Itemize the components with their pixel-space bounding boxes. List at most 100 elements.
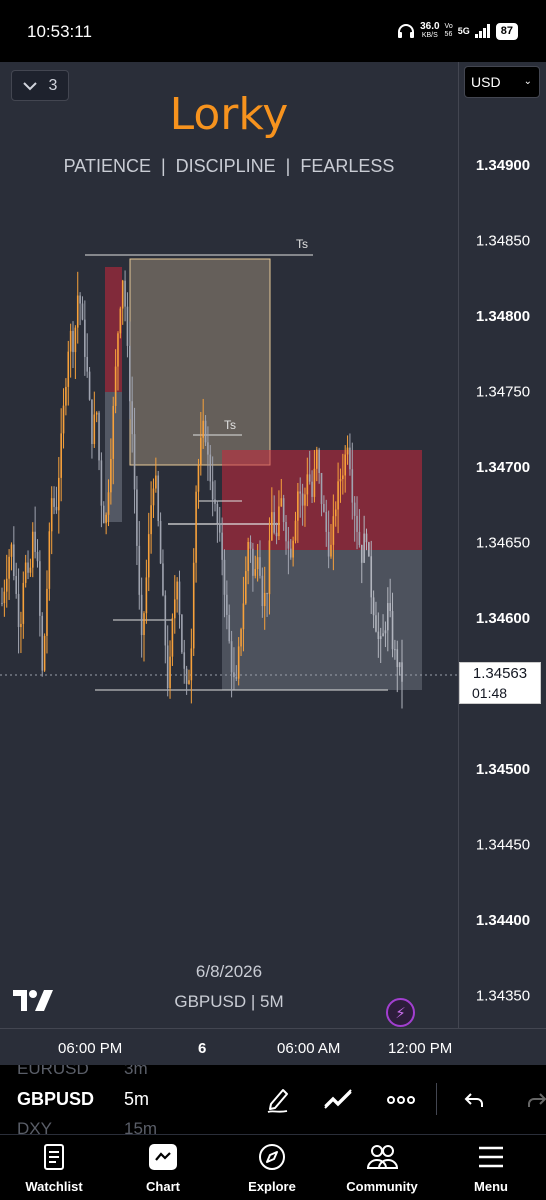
undo-icon — [464, 1093, 483, 1107]
date-label: 6/8/2026 — [195, 962, 263, 981]
candle-body — [294, 520, 297, 541]
candle-body — [365, 533, 368, 543]
annotation-ts-upper[interactable]: Ts — [296, 237, 308, 251]
candle-body — [58, 477, 60, 511]
trendline-icon — [324, 1089, 352, 1109]
candle-body — [43, 635, 46, 671]
candle-body — [247, 542, 249, 572]
candle-body — [228, 614, 231, 642]
redo-button[interactable] — [522, 1085, 546, 1115]
candle-body — [48, 531, 51, 589]
more-tools-button[interactable] — [386, 1085, 416, 1115]
chart-area[interactable]: Ts Ts 1.34900 1.34850 1.34800 1.34750 1.3470… — [0, 62, 546, 1065]
candle-body — [39, 561, 41, 616]
candle-body — [275, 532, 278, 537]
candle-body — [93, 414, 96, 445]
candle-body — [330, 544, 332, 557]
candle-body — [20, 623, 22, 628]
candle-body — [10, 544, 13, 557]
candle-body — [88, 371, 91, 400]
time-tick: 12:00 PM — [388, 1040, 453, 1057]
current-symbol[interactable]: GBPUSD — [17, 1089, 94, 1110]
draw-tool-button[interactable] — [263, 1085, 293, 1115]
candle-body — [337, 481, 339, 510]
candle-body — [299, 491, 302, 494]
candle-body — [15, 575, 18, 594]
community-icon — [366, 1145, 398, 1169]
status-bar: 10:53:11 36.0 KB/S Vo 56 5G 87 — [0, 0, 546, 62]
nav-watchlist[interactable]: Watchlist — [9, 1141, 99, 1194]
candle-body — [318, 449, 320, 473]
candle-body — [17, 593, 20, 628]
candle-body — [221, 532, 223, 560]
candle-body — [386, 603, 389, 631]
candle-body — [297, 491, 299, 521]
candle-body — [285, 522, 287, 542]
time-tick: 06:00 AM — [277, 1040, 341, 1057]
candle-body — [133, 434, 136, 490]
headphones-icon — [398, 24, 415, 38]
time-axis[interactable]: 06:00 PM 6 06:00 AM 12:00 PM — [0, 1028, 546, 1065]
price-tick: 1.34750 — [476, 384, 530, 401]
candle-body — [384, 630, 387, 634]
candle-body — [1, 602, 3, 604]
price-tick: 1.34900 — [476, 157, 530, 174]
candle-body — [394, 649, 396, 651]
candle-body — [226, 594, 228, 615]
current-timeframe[interactable]: 5m — [124, 1089, 149, 1110]
candle-body — [223, 559, 226, 595]
watchlist-prev-symbol[interactable]: EURUSD — [17, 1065, 89, 1079]
candle-body — [5, 578, 8, 592]
currency-select[interactable]: USD ⌄ — [464, 66, 540, 98]
bolt-icon[interactable]: ⚡ — [386, 998, 415, 1027]
candle-body — [145, 577, 148, 614]
nav-community[interactable]: Community — [337, 1141, 427, 1194]
candle-body — [41, 615, 44, 671]
price-chart[interactable]: Ts Ts 1.34900 1.34850 1.34800 1.34750 1.3470… — [0, 62, 546, 1065]
candle-body — [391, 611, 394, 650]
candle-body — [91, 399, 93, 445]
candle-body — [280, 498, 283, 507]
price-tick: 1.34450 — [476, 837, 530, 854]
nav-explore[interactable]: Explore — [227, 1141, 317, 1194]
candle-body — [351, 469, 354, 503]
candle-body — [244, 571, 247, 604]
undo-button[interactable] — [459, 1085, 489, 1115]
candle-body — [218, 523, 221, 533]
candle-body — [372, 597, 375, 616]
compass-icon — [259, 1144, 285, 1170]
candle-body — [72, 330, 74, 353]
annotation-ts-mid[interactable]: Ts — [224, 418, 236, 432]
candle-body — [266, 592, 268, 595]
network-type: 5G — [457, 26, 470, 36]
candle-body — [360, 545, 363, 563]
price-tick: 1.34800 — [476, 308, 530, 325]
price-tick: 1.34650 — [476, 535, 530, 552]
watermark-title: Lorky — [169, 89, 289, 140]
risk-zone-red-left[interactable] — [105, 267, 122, 392]
price-tick: 1.34600 — [476, 610, 530, 627]
nav-menu[interactable]: Menu — [446, 1141, 536, 1194]
candle-body — [301, 493, 304, 506]
watchlist-next-symbol[interactable]: DXY — [17, 1119, 52, 1134]
trendline-tool-button[interactable] — [323, 1085, 353, 1115]
candle-body — [185, 668, 188, 684]
candle-body — [313, 468, 316, 497]
price-tick: 1.34850 — [476, 233, 530, 250]
candle-body — [292, 540, 294, 558]
price-tick: 1.34500 — [476, 761, 530, 778]
candle-body — [339, 479, 342, 482]
candle-body — [3, 591, 6, 604]
price-tick: 1.34350 — [476, 988, 530, 1005]
supply-zone-beige[interactable] — [129, 258, 271, 466]
price-axis[interactable]: 1.34900 1.34850 1.34800 1.34750 1.34700 1.346… — [476, 157, 530, 1005]
candle-body — [138, 545, 141, 595]
candle-body — [268, 540, 271, 595]
nav-label: Chart — [146, 1179, 180, 1194]
candle-body — [27, 562, 29, 573]
candle-body — [358, 531, 361, 546]
candle-body — [334, 509, 337, 517]
candle-body — [31, 531, 34, 568]
nav-chart[interactable]: Chart — [118, 1141, 208, 1194]
candle-body — [398, 662, 401, 668]
